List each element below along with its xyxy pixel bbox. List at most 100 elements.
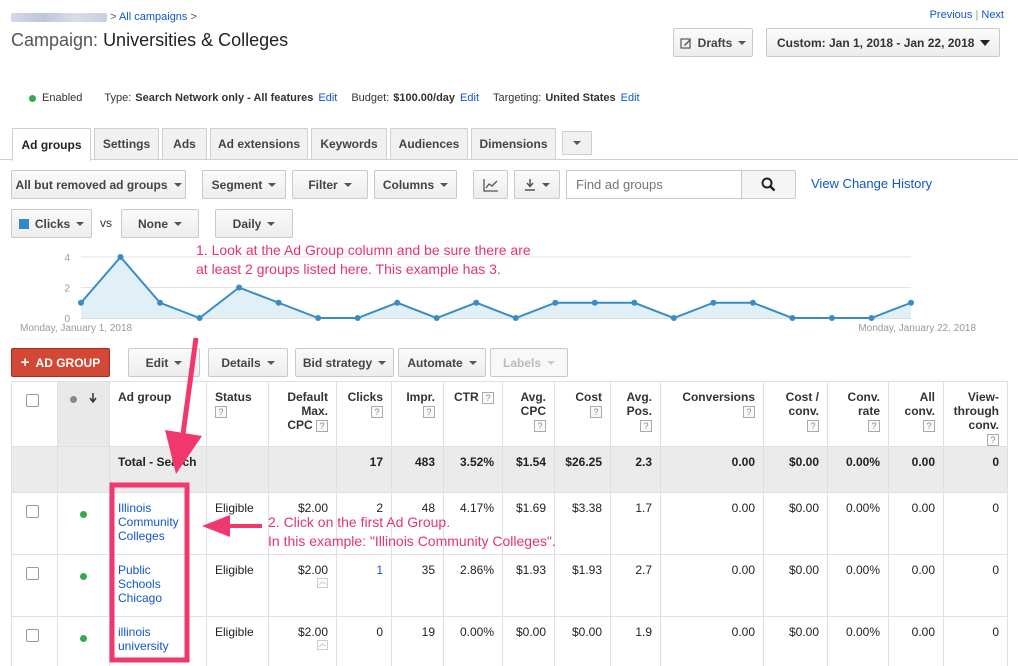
- columns-button[interactable]: Columns: [374, 170, 457, 199]
- ad-group-link[interactable]: Public Schools Chicago: [118, 563, 178, 605]
- help-icon[interactable]: ?: [743, 406, 755, 418]
- header-ad-group[interactable]: Ad group: [109, 381, 207, 447]
- metric2-dropdown[interactable]: None: [121, 209, 199, 238]
- breadcrumb-all-campaigns-link[interactable]: All campaigns: [119, 11, 187, 23]
- table-row: Public Schools Chicago Eligible $2.00 1 …: [11, 554, 1008, 617]
- table-row: illinois university Eligible $2.00 0 19 …: [11, 616, 1008, 666]
- data-point: [908, 299, 914, 306]
- row-cost: $3.38: [554, 492, 611, 555]
- row-conv-rate: 0.00%: [827, 554, 889, 617]
- header-conv-rate[interactable]: Conv. rate?: [827, 381, 889, 447]
- header-cost[interactable]: Cost?: [554, 381, 611, 447]
- search-input[interactable]: [566, 170, 742, 199]
- row-checkbox[interactable]: [26, 629, 39, 642]
- annotation-note-2: 2. Click on the first Ad Group. In this …: [268, 514, 556, 549]
- status-sort-header[interactable]: [57, 381, 110, 447]
- help-icon[interactable]: ?: [371, 406, 383, 418]
- tab-ad-groups[interactable]: Ad groups: [12, 128, 91, 161]
- edit-targeting-link[interactable]: Edit: [621, 92, 640, 104]
- help-icon[interactable]: ?: [868, 420, 880, 432]
- row-ctr: 0.00%: [443, 616, 503, 666]
- segment-button[interactable]: Segment: [202, 170, 286, 199]
- header-conversions[interactable]: Conversions?: [660, 381, 764, 447]
- bid-chart-icon[interactable]: [317, 640, 328, 650]
- row-cost-per-conv: $0.00: [763, 492, 828, 555]
- row-checkbox[interactable]: [26, 567, 39, 580]
- ad-group-filter-dropdown[interactable]: All but removed ad groups: [11, 170, 186, 199]
- data-point: [512, 315, 519, 321]
- data-point: [236, 284, 243, 291]
- tab-ads[interactable]: Ads: [162, 128, 207, 159]
- header-all-conv[interactable]: All conv.?: [888, 381, 944, 447]
- header-impr[interactable]: Impr.?: [391, 381, 444, 447]
- ad-group-link[interactable]: Illinois Community Colleges: [118, 501, 186, 543]
- enabled-status-icon[interactable]: [80, 635, 87, 642]
- automate-button[interactable]: Automate: [398, 348, 486, 377]
- row-cpc[interactable]: $2.00: [268, 554, 337, 617]
- row-checkbox[interactable]: [26, 505, 39, 518]
- data-point: [157, 299, 164, 306]
- view-change-history-link[interactable]: View Change History: [811, 176, 932, 191]
- download-button[interactable]: [514, 170, 560, 199]
- edit-type-link[interactable]: Edit: [318, 92, 337, 104]
- row-cpc[interactable]: $2.00: [268, 616, 337, 666]
- help-icon[interactable]: ?: [987, 434, 999, 446]
- header-avg-pos[interactable]: Avg. Pos.?: [610, 381, 661, 447]
- bid-strategy-button[interactable]: Bid strategy: [295, 348, 394, 377]
- details-button[interactable]: Details: [208, 348, 288, 377]
- enabled-status-icon[interactable]: [80, 511, 87, 518]
- header-view-through-conv[interactable]: View-through conv.?: [943, 381, 1008, 447]
- help-icon[interactable]: ?: [482, 392, 494, 404]
- help-icon[interactable]: ?: [215, 406, 227, 418]
- select-all-cell: [11, 381, 58, 447]
- help-icon[interactable]: ?: [423, 406, 435, 418]
- header-status[interactable]: Status?: [206, 381, 269, 447]
- metric1-dropdown[interactable]: Clicks: [11, 209, 92, 238]
- help-icon[interactable]: ?: [590, 406, 602, 418]
- interval-dropdown[interactable]: Daily: [215, 209, 293, 238]
- header-default-max-cpc[interactable]: Default Max. CPC ?: [268, 381, 337, 447]
- status-dot-column-icon: [70, 396, 78, 403]
- next-link[interactable]: Next: [981, 9, 1004, 21]
- header-cost-per-conv[interactable]: Cost / conv.?: [763, 381, 828, 447]
- tab-more-dropdown[interactable]: [562, 131, 592, 155]
- help-icon[interactable]: ?: [534, 420, 546, 432]
- help-icon[interactable]: ?: [807, 420, 819, 432]
- labels-button[interactable]: Labels: [490, 348, 568, 377]
- help-icon[interactable]: ?: [640, 420, 652, 432]
- add-ad-group-button[interactable]: + AD GROUP: [11, 348, 110, 377]
- data-point: [196, 315, 203, 321]
- total-view-through: 0: [943, 446, 1008, 493]
- help-icon[interactable]: ?: [316, 420, 328, 432]
- breadcrumb: > All campaigns >: [11, 11, 197, 23]
- row-conversions: 0.00: [660, 554, 764, 617]
- bid-chart-icon[interactable]: [317, 578, 328, 588]
- chart-toggle-button[interactable]: [473, 170, 508, 199]
- line-chart-icon: [482, 178, 498, 192]
- row-status: Eligible: [206, 616, 269, 666]
- tab-settings[interactable]: Settings: [94, 128, 159, 159]
- tab-ad-extensions[interactable]: Ad extensions: [210, 128, 308, 159]
- tab-dimensions[interactable]: Dimensions: [471, 128, 556, 159]
- select-all-checkbox[interactable]: [26, 394, 39, 407]
- date-range-picker[interactable]: Custom: Jan 1, 2018 - Jan 22, 2018: [766, 28, 1000, 57]
- header-ctr[interactable]: CTR ?: [443, 381, 503, 447]
- previous-link[interactable]: Previous: [930, 9, 973, 21]
- help-icon[interactable]: ?: [923, 420, 935, 432]
- edit-button[interactable]: Edit: [128, 348, 200, 377]
- header-clicks[interactable]: Clicks?: [336, 381, 392, 447]
- filter-button[interactable]: Filter: [292, 170, 368, 199]
- enabled-status-icon[interactable]: [80, 573, 87, 580]
- total-all-conv: 0.00: [888, 446, 944, 493]
- ad-group-link[interactable]: illinois university: [118, 625, 178, 653]
- tab-keywords[interactable]: Keywords: [311, 128, 387, 159]
- search-button[interactable]: [741, 170, 796, 199]
- edit-budget-link[interactable]: Edit: [460, 92, 479, 104]
- page-title: Campaign: Universities & Colleges: [11, 30, 288, 51]
- total-row: Total - Search 17 483 3.52% $1.54 $26.25…: [11, 446, 1008, 493]
- drafts-button[interactable]: Drafts: [673, 28, 753, 57]
- chevron-down-icon: [268, 182, 277, 187]
- row-conversions: 0.00: [660, 492, 764, 555]
- tab-audiences[interactable]: Audiences: [390, 128, 468, 159]
- header-avg-cpc[interactable]: Avg. CPC?: [502, 381, 555, 447]
